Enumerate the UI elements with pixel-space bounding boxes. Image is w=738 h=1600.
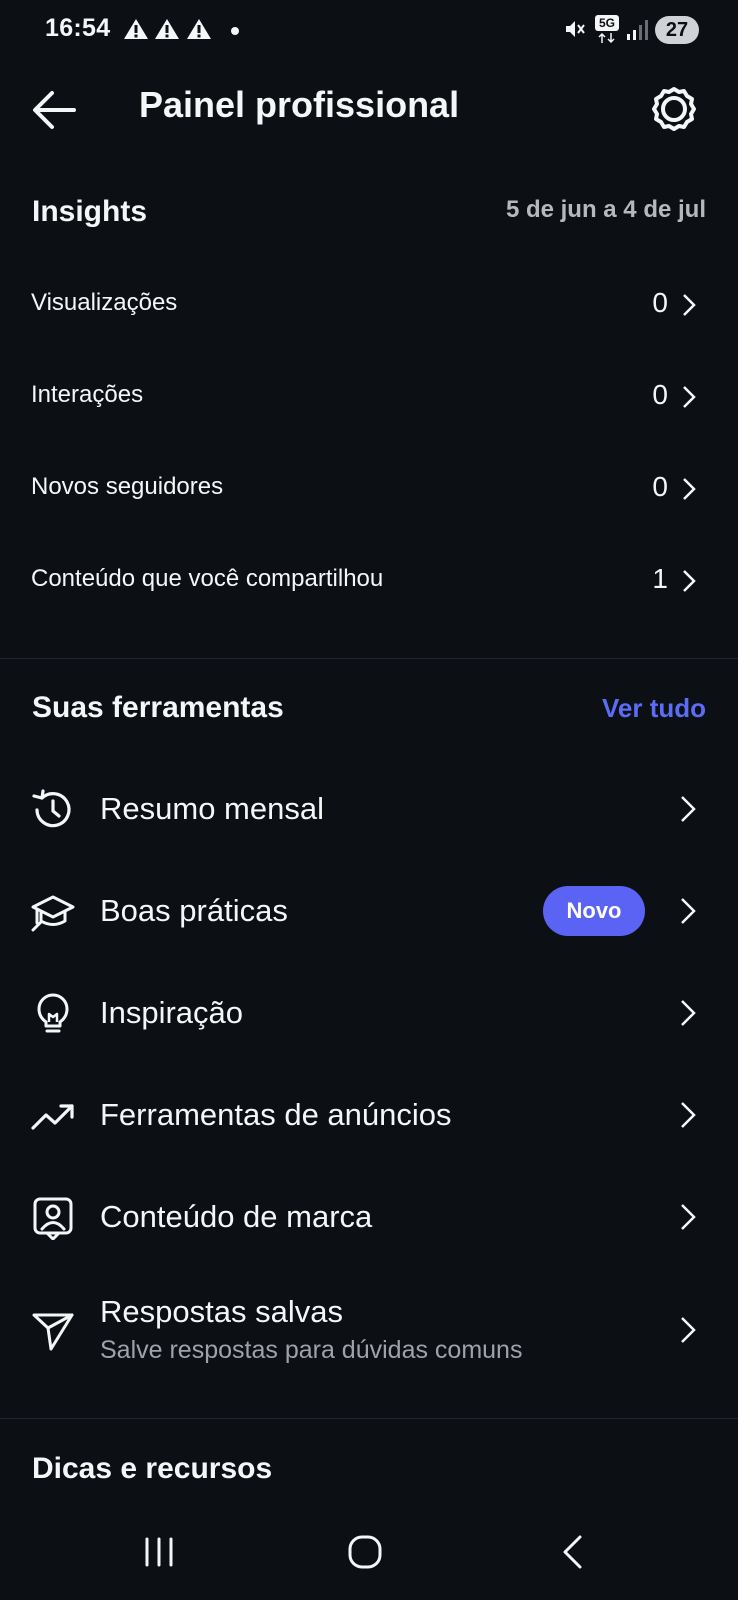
send-icon (32, 1313, 74, 1351)
metric-label: Conteúdo que você compartilhou (31, 565, 384, 592)
chevron-right-icon (683, 294, 696, 316)
warning-icon (124, 19, 148, 39)
back-arrow-icon[interactable] (30, 88, 78, 132)
mute-icon (566, 21, 585, 37)
tool-label: Resumo mensal (100, 791, 324, 826)
lightbulb-icon (37, 993, 69, 1033)
notification-dot (231, 27, 239, 35)
chevron-right-icon (681, 796, 696, 822)
tool-label: Respostas salvas (100, 1294, 343, 1329)
battery-indicator: 27 (655, 16, 699, 44)
tips-title: Dicas e recursos (32, 1452, 273, 1485)
tool-inspiration[interactable]: Inspiração (0, 972, 738, 1052)
trending-up-icon (31, 1104, 74, 1130)
chevron-right-icon (683, 570, 696, 592)
status-time: 16:54 (45, 14, 111, 42)
nav-back-icon[interactable] (560, 1534, 584, 1570)
metric-label: Interações (31, 381, 144, 408)
tool-best-practices[interactable]: Boas práticas Novo (0, 870, 738, 950)
data-arrows-icon (598, 32, 615, 44)
chevron-right-icon (681, 898, 696, 924)
see-all-link[interactable]: Ver tudo (602, 693, 706, 724)
graduation-cap-icon (31, 895, 75, 932)
section-divider (0, 658, 738, 659)
chevron-right-icon (683, 386, 696, 408)
tool-monthly-summary[interactable]: Resumo mensal (0, 768, 738, 848)
history-icon (32, 789, 71, 828)
insights-row-shared-content[interactable]: Conteúdo que você compartilhou 1 (0, 551, 738, 611)
chevron-right-icon (681, 1102, 696, 1128)
insights-row-new-followers[interactable]: Novos seguidores 0 (0, 459, 738, 519)
chevron-right-icon (681, 1000, 696, 1026)
section-divider (0, 1418, 738, 1419)
metric-value: 0 (652, 379, 668, 410)
tool-branded-content[interactable]: Conteúdo de marca (0, 1176, 738, 1256)
insights-row-views[interactable]: Visualizações 0 (0, 275, 738, 335)
signal-icon (627, 20, 648, 40)
tool-ad-tools[interactable]: Ferramentas de anúncios (0, 1074, 738, 1154)
chevron-right-icon (683, 478, 696, 500)
metric-value: 0 (652, 287, 668, 318)
tools-title: Suas ferramentas (32, 691, 284, 724)
network-5g-icon: 5G (595, 15, 619, 31)
home-icon[interactable] (347, 1534, 383, 1570)
tool-label: Boas práticas (100, 893, 288, 928)
metric-value: 0 (652, 471, 668, 502)
chevron-right-icon (681, 1317, 696, 1343)
metric-label: Visualizações (31, 289, 178, 316)
tool-label: Conteúdo de marca (100, 1199, 373, 1234)
warning-icon (155, 19, 179, 39)
new-badge: Novo (543, 886, 645, 936)
tool-label: Inspiração (100, 995, 244, 1030)
recent-apps-icon[interactable] (142, 1536, 176, 1568)
insights-title: Insights (32, 195, 148, 228)
metric-value: 1 (652, 563, 668, 594)
page-title: Painel profissional (139, 84, 460, 125)
tool-saved-replies[interactable]: Respostas salvas Salve respostas para dú… (0, 1288, 738, 1388)
tool-label: Ferramentas de anúncios (100, 1097, 452, 1132)
chevron-right-icon (681, 1204, 696, 1230)
metric-label: Novos seguidores (31, 473, 224, 500)
insights-row-interactions[interactable]: Interações 0 (0, 367, 738, 427)
warning-icon (187, 19, 211, 39)
insights-date-range: 5 de jun a 4 de jul (505, 196, 706, 223)
settings-gear-icon[interactable] (651, 86, 697, 132)
branded-content-icon (33, 1197, 73, 1240)
tool-sublabel: Salve respostas para dúvidas comuns (100, 1336, 523, 1364)
